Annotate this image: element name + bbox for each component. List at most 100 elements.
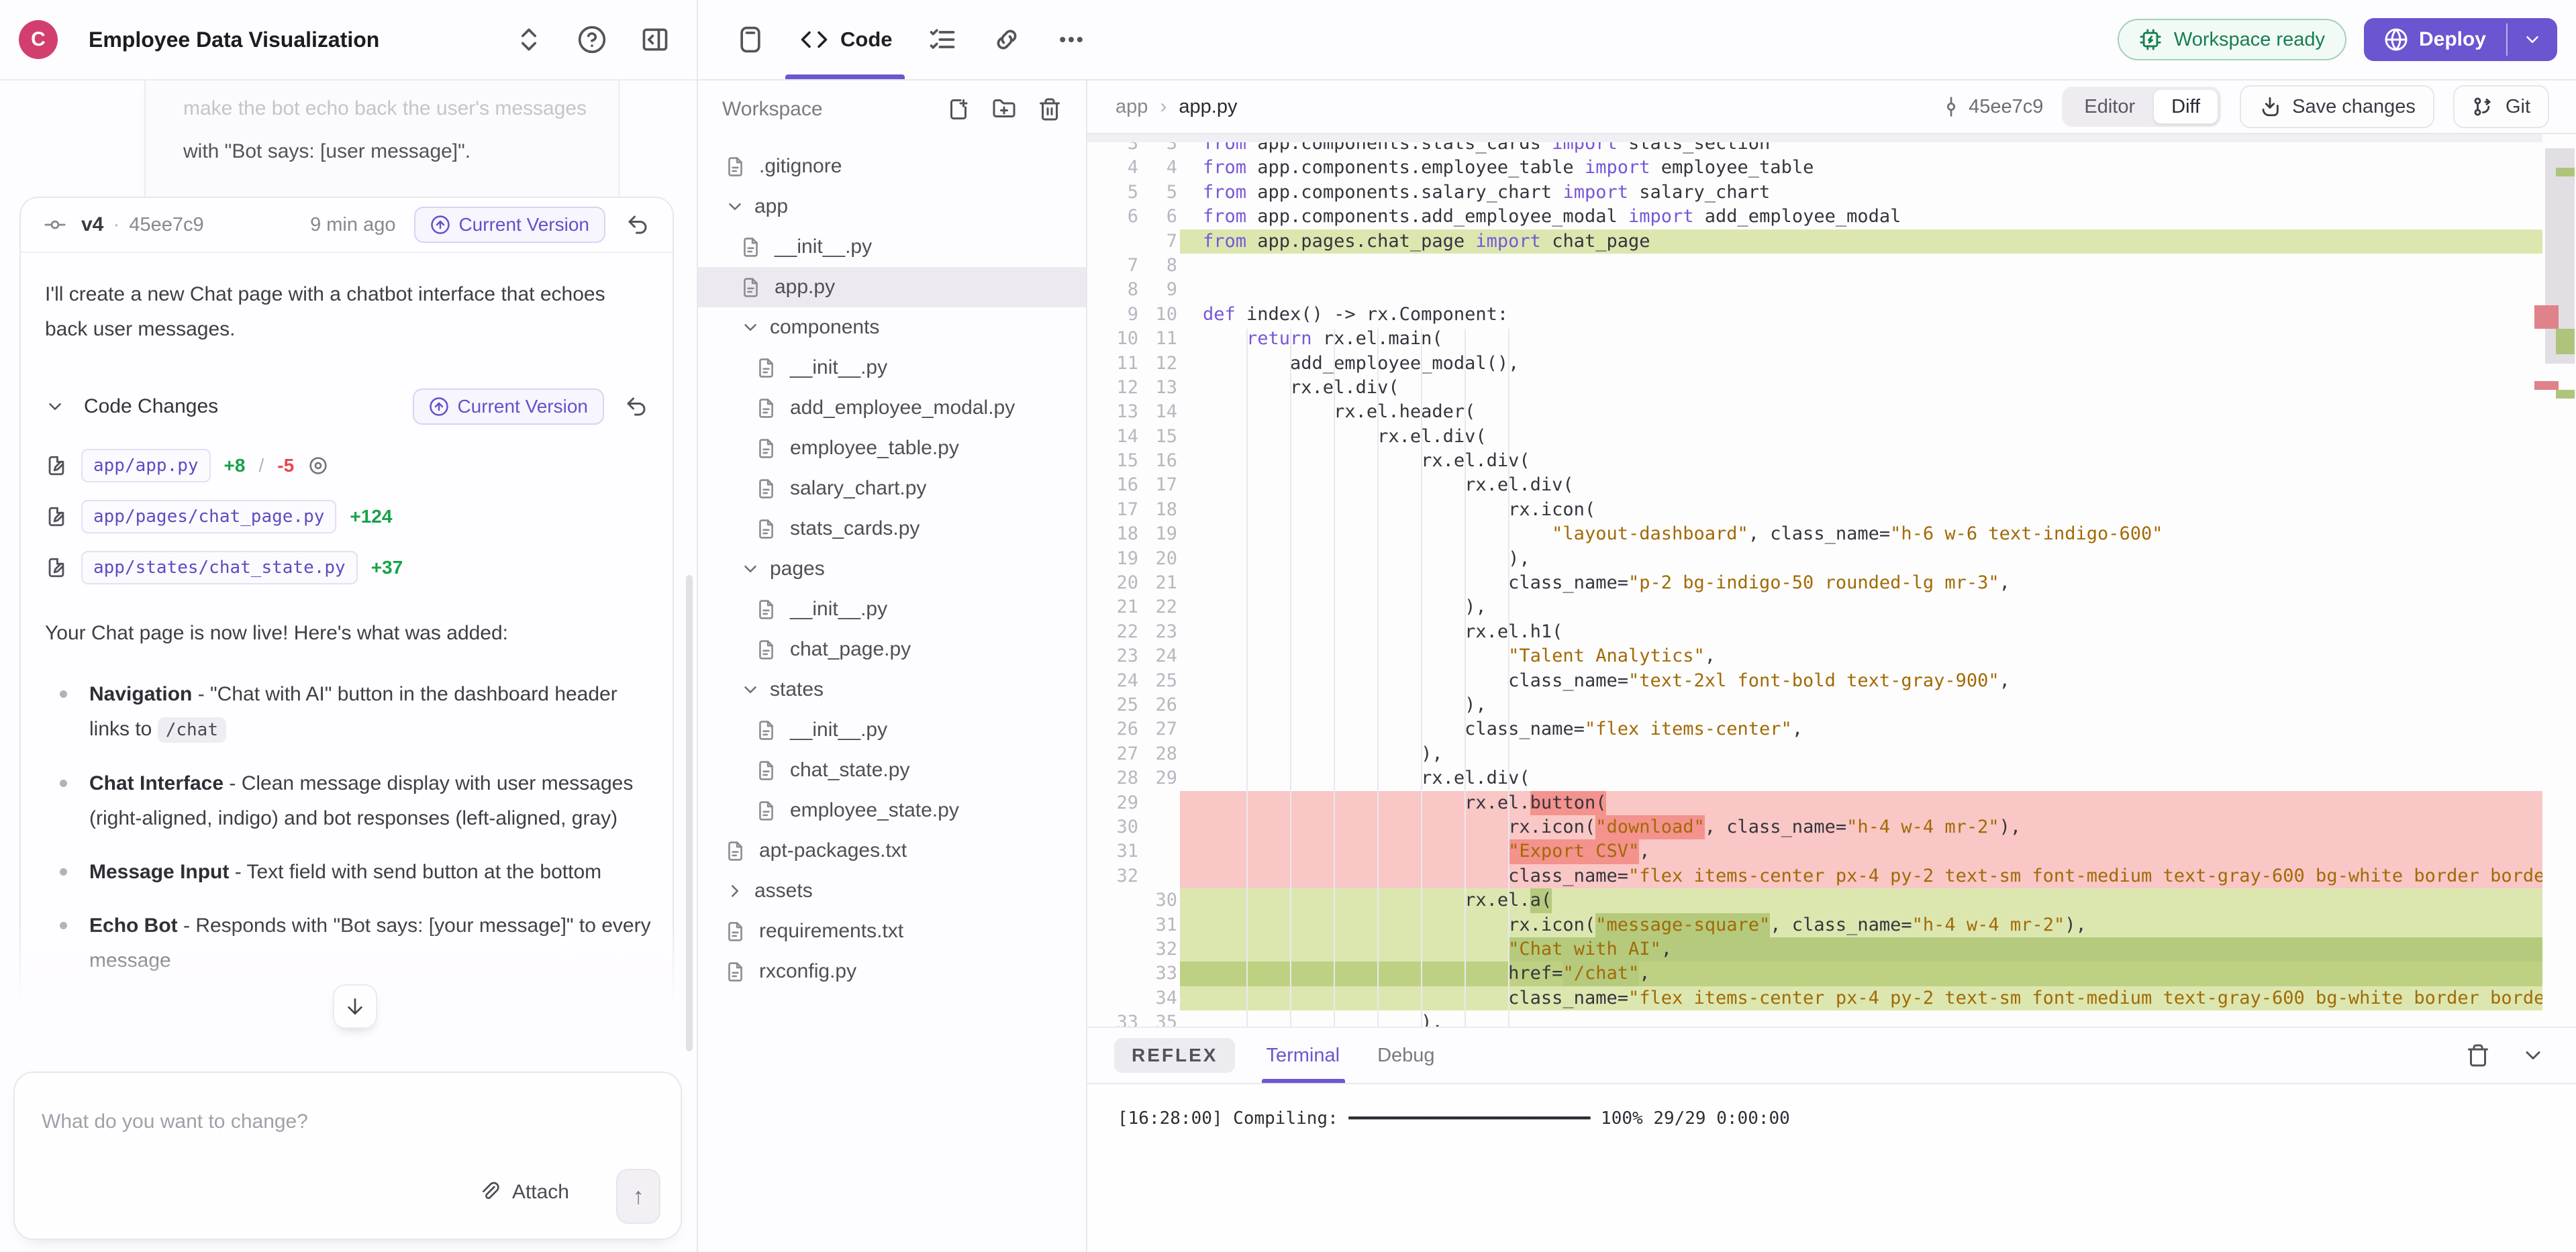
line-number-old: 32: [1087, 864, 1141, 888]
mode-editor-button[interactable]: Editor: [2065, 90, 2154, 123]
chat-input[interactable]: What do you want to change? Attach ↑: [13, 1072, 682, 1240]
code-line[interactable]: 2122 ),: [1087, 595, 2576, 619]
tree-item-rxconfig-py[interactable]: rxconfig.py: [698, 951, 1086, 992]
file-path-chip[interactable]: app/states/chat_state.py: [81, 551, 358, 584]
breadcrumb-dir[interactable]: app: [1116, 96, 1148, 118]
tab-code[interactable]: Code: [800, 0, 893, 79]
code-line[interactable]: 1617 rx.el.div(: [1087, 473, 2576, 497]
code-line[interactable]: 1213 rx.el.div(: [1087, 376, 2576, 400]
trash-icon[interactable]: [1038, 97, 1062, 121]
tree-item-assets[interactable]: assets: [698, 871, 1086, 911]
file-path-chip[interactable]: app/pages/chat_page.py: [81, 500, 336, 533]
file-path-chip[interactable]: app/app.py: [81, 449, 211, 482]
tree-item--init-py[interactable]: __init__.py: [698, 348, 1086, 388]
integrations-icon[interactable]: [992, 25, 1022, 54]
code-line[interactable]: 1920 ),: [1087, 547, 2576, 571]
tree-item-add-employee-modal-py[interactable]: add_employee_modal.py: [698, 388, 1086, 428]
help-icon[interactable]: [577, 25, 607, 54]
code-line[interactable]: 33 href="/chat",: [1087, 961, 2576, 986]
tree-item-employee-state-py[interactable]: employee_state.py: [698, 790, 1086, 831]
tree-item--init-py[interactable]: __init__.py: [698, 589, 1086, 629]
mode-diff-button[interactable]: Diff: [2154, 90, 2218, 123]
code-line[interactable]: 2829 rx.el.div(: [1087, 766, 2576, 790]
tree-item-states[interactable]: states: [698, 670, 1086, 710]
more-options-icon[interactable]: [1056, 25, 1086, 54]
code-line[interactable]: 2223 rx.el.h1(: [1087, 620, 2576, 644]
code-line[interactable]: 55from app.components.salary_chart impor…: [1087, 180, 2576, 205]
code-line[interactable]: 66from app.components.add_employee_modal…: [1087, 205, 2576, 229]
save-changes-button[interactable]: Save changes: [2240, 85, 2434, 128]
tree-item-employee-table-py[interactable]: employee_table.py: [698, 428, 1086, 468]
deploy-options-button[interactable]: [2508, 18, 2557, 61]
send-button[interactable]: ↑: [616, 1169, 660, 1224]
code-line[interactable]: 1011 return rx.el.main(: [1087, 327, 2576, 351]
code-line[interactable]: 78: [1087, 254, 2576, 278]
code-line[interactable]: 32 class_name="flex items-center px-4 py…: [1087, 864, 2576, 888]
code-line[interactable]: 1718 rx.icon(: [1087, 498, 2576, 522]
tree-item-stats-cards-py[interactable]: stats_cards.py: [698, 509, 1086, 549]
tree-item--gitignore[interactable]: .gitignore: [698, 146, 1086, 187]
code-line[interactable]: 29 rx.el.button(: [1087, 791, 2576, 815]
code-changes-header[interactable]: Code Changes Current Version: [45, 388, 648, 425]
git-button[interactable]: Git: [2453, 85, 2549, 128]
tree-item-components[interactable]: components: [698, 307, 1086, 348]
tree-item-chat-page-py[interactable]: chat_page.py: [698, 629, 1086, 670]
new-folder-icon[interactable]: [992, 97, 1016, 121]
code-line[interactable]: 31 rx.icon("message-square", class_name=…: [1087, 913, 2576, 937]
code-line[interactable]: 1415 rx.el.div(: [1087, 425, 2576, 449]
code-line[interactable]: 1112 add_employee_modal(),: [1087, 352, 2576, 376]
code-line[interactable]: 32 "Chat with AI",: [1087, 937, 2576, 961]
clear-terminal-icon[interactable]: [2466, 1043, 2490, 1067]
code-line[interactable]: 44from app.components.employee_table imp…: [1087, 156, 2576, 180]
tree-item--init-py[interactable]: __init__.py: [698, 227, 1086, 267]
code-line[interactable]: 1819 "layout-dashboard", class_name="h-6…: [1087, 522, 2576, 546]
collapse-panel-icon[interactable]: [640, 25, 670, 54]
tab-terminal[interactable]: Terminal: [1266, 1028, 1340, 1083]
restore-version-icon[interactable]: [626, 213, 650, 237]
collapse-terminal-icon[interactable]: [2521, 1043, 2545, 1067]
code-line[interactable]: 30 rx.el.a(: [1087, 888, 2576, 912]
tree-item-app-py[interactable]: app.py: [698, 267, 1086, 307]
avatar[interactable]: C: [19, 20, 58, 59]
code-line[interactable]: 3335 ),: [1087, 1010, 2576, 1027]
tree-item-apt-packages-txt[interactable]: apt-packages.txt: [698, 831, 1086, 871]
code-line[interactable]: 89: [1087, 278, 2576, 302]
tree-item-chat-state-py[interactable]: chat_state.py: [698, 750, 1086, 790]
current-version-badge[interactable]: Current Version: [413, 388, 604, 425]
list-checks-icon[interactable]: [928, 25, 957, 54]
code-line[interactable]: 1314 rx.el.header(: [1087, 400, 2576, 424]
breadcrumb-file[interactable]: app.py: [1179, 96, 1237, 118]
attach-button[interactable]: Attach: [480, 1181, 569, 1204]
eye-icon[interactable]: [307, 455, 329, 476]
current-version-badge[interactable]: Current Version: [414, 207, 605, 243]
chevrons-up-down-icon[interactable]: [514, 25, 544, 54]
code-line[interactable]: 2728 ),: [1087, 742, 2576, 766]
tree-item--init-py[interactable]: __init__.py: [698, 710, 1086, 750]
code-line[interactable]: 7from app.pages.chat_page import chat_pa…: [1087, 229, 2576, 254]
chat-scrollbar[interactable]: [686, 575, 693, 1051]
code-line[interactable]: 1516 rx.el.div(: [1087, 449, 2576, 473]
code-line[interactable]: 31 "Export CSV",: [1087, 839, 2576, 864]
scroll-to-bottom-button[interactable]: [333, 984, 377, 1029]
editor-scrollbar-track[interactable]: [2542, 134, 2576, 1027]
tab-debug[interactable]: Debug: [1377, 1045, 1434, 1067]
new-file-icon[interactable]: [946, 97, 971, 121]
code-diff-view[interactable]: 33from app.components.stats_cards import…: [1087, 134, 2576, 1027]
code-line[interactable]: 2425 class_name="text-2xl font-bold text…: [1087, 669, 2576, 693]
code-line[interactable]: 2627 class_name="flex items-center",: [1087, 717, 2576, 741]
deploy-button[interactable]: Deploy: [2364, 18, 2557, 61]
tree-item-app[interactable]: app: [698, 187, 1086, 227]
code-line[interactable]: 34 class_name="flex items-center px-4 py…: [1087, 986, 2576, 1010]
code-line[interactable]: 2526 ),: [1087, 693, 2576, 717]
code-line[interactable]: 910def index() -> rx.Component:: [1087, 303, 2576, 327]
code-line[interactable]: 2324 "Talent Analytics",: [1087, 644, 2576, 668]
line-number-new: 30: [1141, 888, 1180, 912]
terminal-output[interactable]: [16:28:00] Compiling: ━━━━━━━━━━━━━━━━━━…: [1087, 1084, 2576, 1252]
tree-item-requirements-txt[interactable]: requirements.txt: [698, 911, 1086, 951]
restore-version-icon[interactable]: [624, 395, 648, 419]
code-line[interactable]: 2021 class_name="p-2 bg-indigo-50 rounde…: [1087, 571, 2576, 595]
tree-item-pages[interactable]: pages: [698, 549, 1086, 589]
code-line[interactable]: 30 rx.icon("download", class_name="h-4 w…: [1087, 815, 2576, 839]
tree-item-salary-chart-py[interactable]: salary_chart.py: [698, 468, 1086, 509]
app-preview-icon[interactable]: [736, 25, 765, 54]
